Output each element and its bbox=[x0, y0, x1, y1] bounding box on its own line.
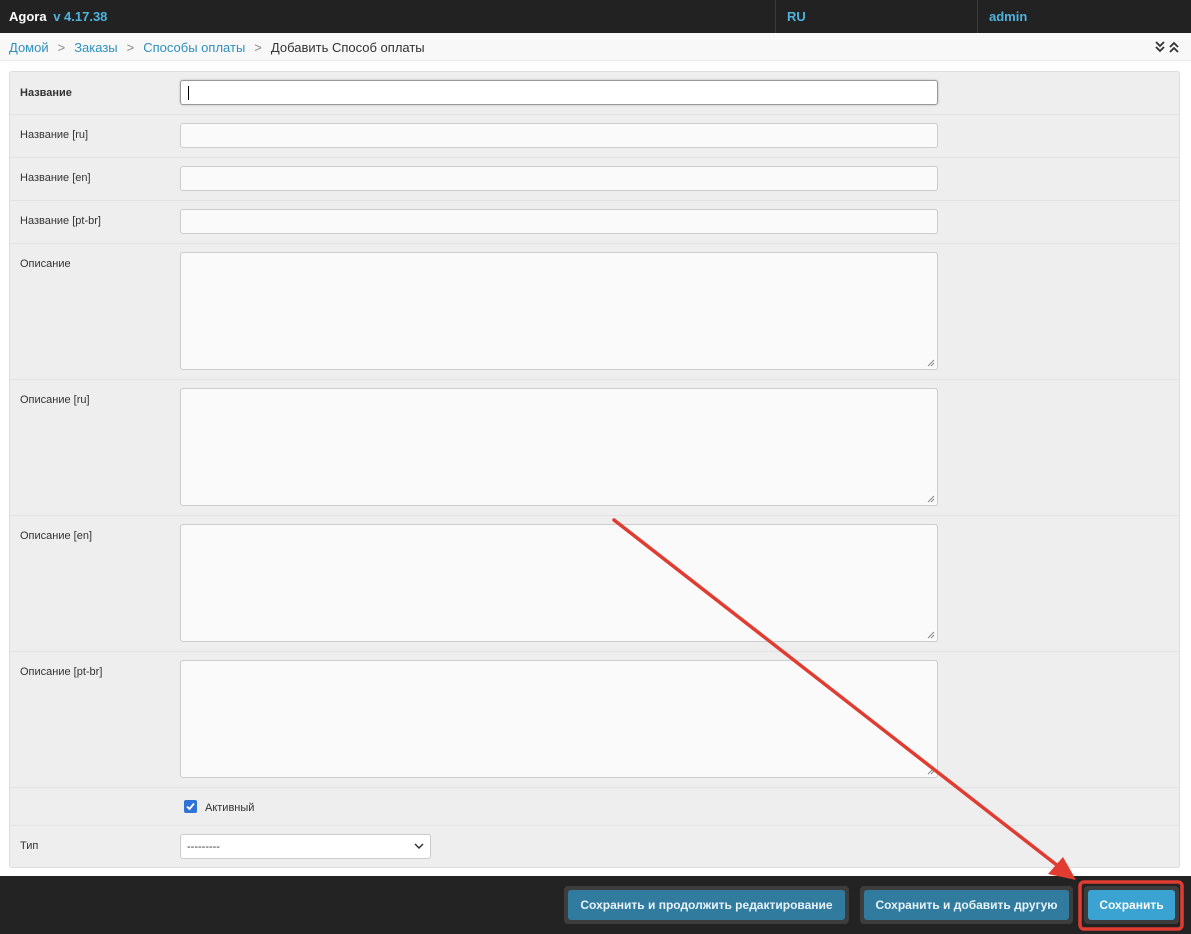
submit-row: Сохранить и продолжить редактирование Со… bbox=[0, 876, 1191, 934]
description-ptbr-textarea[interactable] bbox=[180, 660, 938, 778]
active-checkbox-label[interactable]: Активный bbox=[205, 802, 254, 814]
form-row-description-en: Описание [en] bbox=[10, 516, 1179, 652]
form-row-name-en: Название [en] bbox=[10, 158, 1179, 201]
language-switcher[interactable]: RU bbox=[787, 9, 806, 24]
app-name: Agora bbox=[9, 9, 47, 24]
form-row-description-ptbr: Описание [pt-br] bbox=[10, 652, 1179, 788]
checkmark-icon bbox=[186, 802, 195, 811]
chevron-down-icon bbox=[414, 843, 424, 850]
type-select[interactable]: --------- bbox=[180, 834, 431, 859]
navbar-divider bbox=[977, 0, 978, 33]
description-ru-textarea[interactable] bbox=[180, 388, 938, 506]
description-textarea[interactable] bbox=[180, 252, 938, 370]
field-label-name: Название bbox=[20, 87, 72, 99]
field-label-description-ru: Описание [ru] bbox=[20, 394, 90, 406]
breadcrumb-payment-methods[interactable]: Способы оплаты bbox=[143, 40, 245, 55]
field-label-name-en: Название [en] bbox=[20, 172, 91, 184]
resize-grip-icon[interactable] bbox=[927, 631, 935, 639]
expand-all-icon[interactable] bbox=[1155, 41, 1165, 53]
save-button[interactable]: Сохранить bbox=[1088, 890, 1175, 920]
save-and-continue-button[interactable]: Сохранить и продолжить редактирование bbox=[568, 890, 845, 920]
user-menu[interactable]: admin bbox=[989, 9, 1027, 24]
text-caret bbox=[188, 86, 189, 100]
field-label-name-ptbr: Название [pt-br] bbox=[20, 215, 101, 227]
name-ptbr-input[interactable] bbox=[180, 209, 938, 234]
chevron-right-icon: > bbox=[126, 40, 135, 55]
button-frame: Сохранить и добавить другую bbox=[860, 886, 1073, 924]
breadcrumb-current: Добавить Способ оплаты bbox=[270, 40, 425, 55]
field-label-name-ru: Название [ru] bbox=[20, 129, 89, 141]
form-row-name-ptbr: Название [pt-br] bbox=[10, 201, 1179, 244]
payment-method-form: Название Название [ru] Название [en] Наз… bbox=[9, 71, 1180, 868]
field-label-type: Тип bbox=[20, 840, 39, 852]
button-frame: Сохранить и продолжить редактирование bbox=[564, 886, 849, 924]
form-row-description: Описание bbox=[10, 244, 1179, 380]
resize-grip-icon[interactable] bbox=[927, 495, 935, 503]
resize-grip-icon[interactable] bbox=[927, 767, 935, 775]
save-and-add-another-button[interactable]: Сохранить и добавить другую bbox=[864, 890, 1069, 920]
brand[interactable]: Agora v 4.17.38 bbox=[9, 9, 107, 24]
field-label-description-ptbr: Описание [pt-br] bbox=[20, 666, 103, 678]
chevron-right-icon: > bbox=[254, 40, 262, 55]
name-ru-input[interactable] bbox=[180, 123, 938, 148]
collapse-all-icon[interactable] bbox=[1169, 41, 1179, 53]
chevron-right-icon: > bbox=[57, 40, 66, 55]
breadcrumb: Домой > Заказы > Способы оплаты > Добавить Спо… bbox=[0, 33, 1191, 61]
collapse-controls bbox=[1154, 41, 1182, 53]
form-row-name-ru: Название [ru] bbox=[10, 115, 1179, 158]
field-label-description: Описание bbox=[20, 258, 71, 270]
field-label-description-en: Описание [en] bbox=[20, 530, 93, 542]
button-frame: Сохранить bbox=[1084, 886, 1179, 924]
navbar-divider bbox=[775, 0, 776, 33]
form-row-name: Название bbox=[10, 72, 1179, 115]
name-input[interactable] bbox=[180, 80, 938, 105]
top-navbar: Agora v 4.17.38 RU admin bbox=[0, 0, 1191, 33]
breadcrumb-home[interactable]: Домой bbox=[9, 40, 49, 55]
type-select-value: --------- bbox=[187, 841, 220, 853]
form-row-description-ru: Описание [ru] bbox=[10, 380, 1179, 516]
name-en-input[interactable] bbox=[180, 166, 938, 191]
description-en-textarea[interactable] bbox=[180, 524, 938, 642]
app-version: v 4.17.38 bbox=[53, 9, 108, 24]
resize-grip-icon[interactable] bbox=[927, 359, 935, 367]
breadcrumb-orders[interactable]: Заказы bbox=[74, 40, 117, 55]
active-checkbox[interactable] bbox=[184, 800, 197, 813]
